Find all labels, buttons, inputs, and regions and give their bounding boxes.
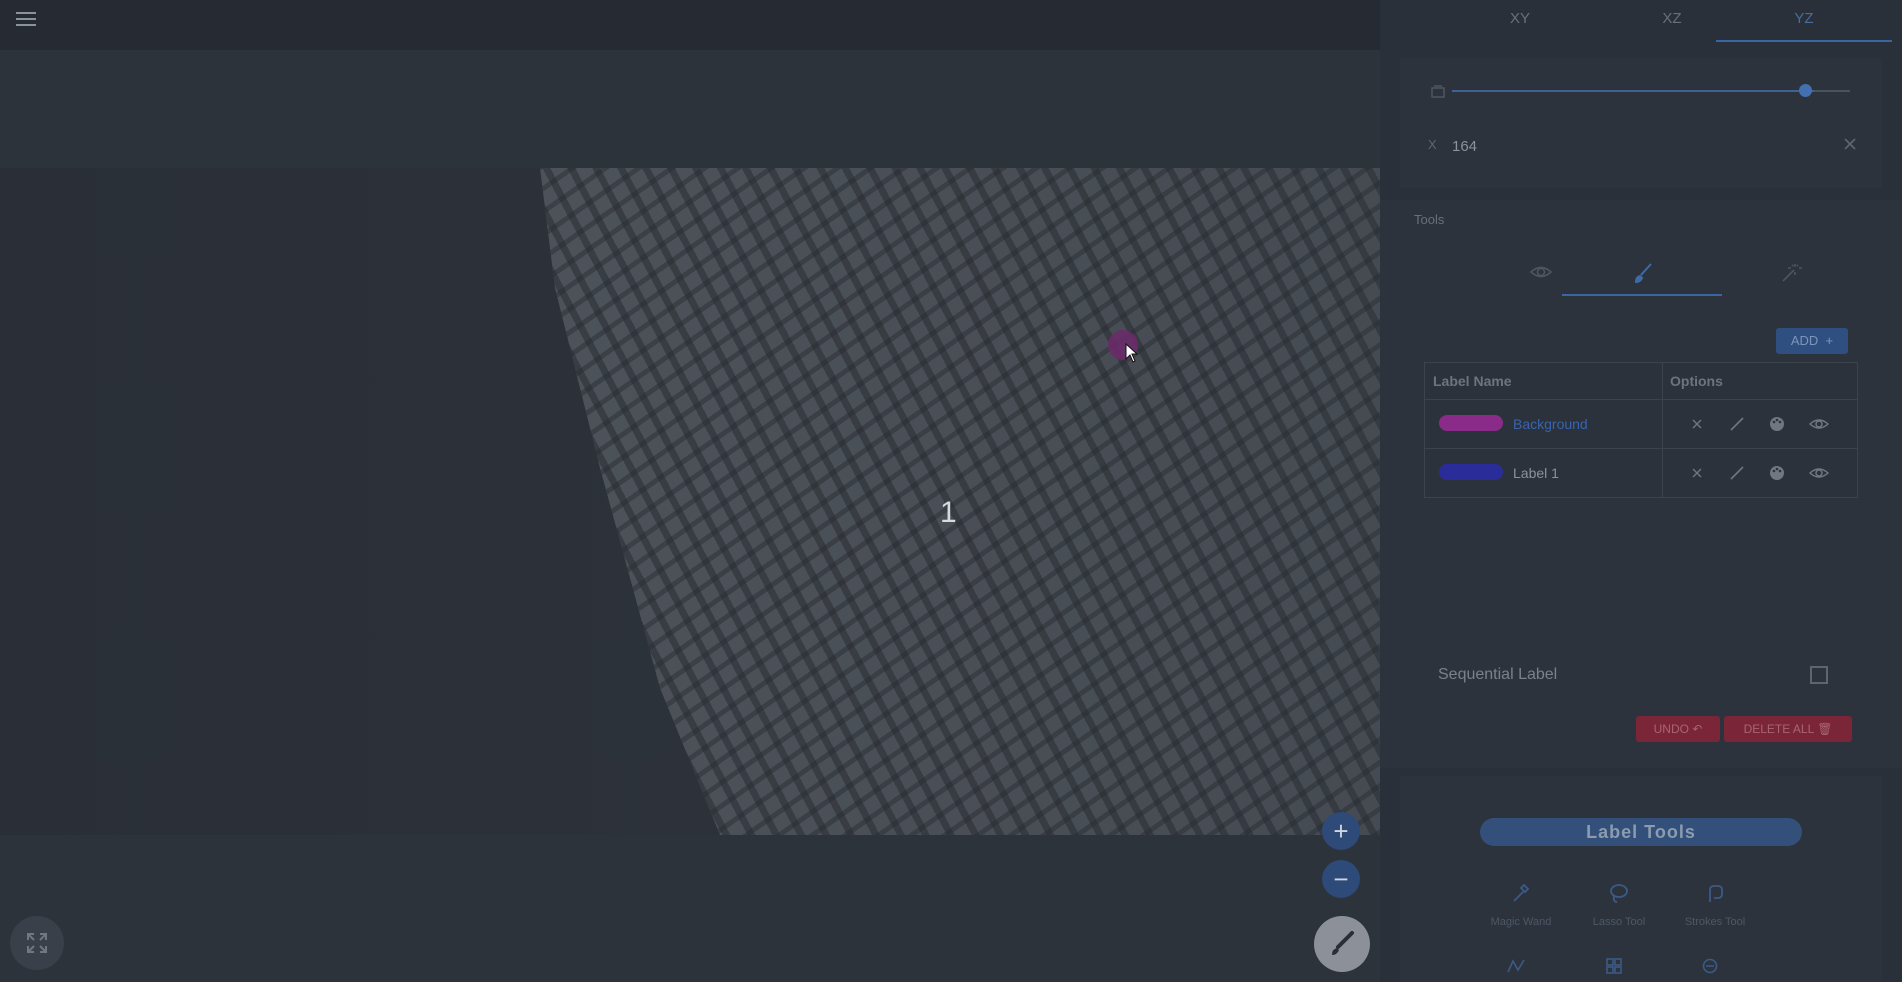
delete-icon[interactable] — [1689, 416, 1705, 432]
viewer-top-bar — [0, 0, 1380, 50]
fullscreen-icon — [27, 933, 47, 953]
undo-icon: ↶ — [1692, 722, 1703, 736]
plus-icon: + — [1821, 333, 1834, 348]
lasso-tool-button[interactable]: Lasso Tool — [1574, 882, 1664, 930]
add-label-button[interactable]: ADD + — [1776, 328, 1848, 354]
tool-tab-magic-wand[interactable] — [1710, 252, 1870, 294]
column-divider — [1662, 400, 1663, 448]
edit-icon[interactable] — [1729, 416, 1745, 432]
polyline-icon[interactable] — [1506, 958, 1526, 974]
brush-icon — [1332, 931, 1354, 955]
brush-mode-button[interactable] — [1314, 916, 1370, 972]
table-header: Label Name Options — [1425, 363, 1857, 399]
view-tabs: XY XZ YZ — [1380, 0, 1902, 42]
trash-icon: 🗑 — [1817, 722, 1833, 736]
hamburger-menu-icon[interactable] — [14, 8, 40, 30]
tools-title: Tools — [1414, 212, 1445, 227]
table-row[interactable]: Background — [1425, 399, 1857, 448]
lasso-label: Lasso Tool — [1592, 916, 1646, 928]
label-name[interactable]: Label 1 — [1513, 465, 1559, 481]
tissue-region — [540, 168, 1380, 835]
strokes-label: Strokes Tool — [1684, 916, 1746, 928]
grid-icon[interactable] — [1604, 958, 1624, 974]
slice-controls: X — [1400, 58, 1882, 188]
strokes-tool-button[interactable]: Strokes Tool — [1670, 882, 1760, 930]
strokes-icon — [1709, 885, 1723, 902]
minus-icon: − — [1333, 863, 1349, 894]
palette-icon[interactable] — [1769, 416, 1785, 432]
slice-image[interactable] — [0, 168, 1380, 835]
magic-wand-icon — [1513, 883, 1530, 902]
magic-wand-label: Magic Wand — [1490, 916, 1552, 928]
label-tools-section: Label Tools Magic Wand Lasso Tool Stroke… — [1400, 776, 1882, 982]
fullscreen-button[interactable] — [10, 916, 64, 970]
slice-slider-rail[interactable] — [1814, 90, 1850, 92]
side-panel: XY XZ YZ X Tools — [1380, 0, 1902, 982]
image-viewer[interactable]: 1 + − — [0, 0, 1380, 982]
label-tools-title: Label Tools — [1480, 818, 1802, 846]
slice-slider-track[interactable] — [1452, 90, 1814, 92]
magic-wand-icon — [1782, 264, 1802, 282]
sequential-label-checkbox[interactable] — [1810, 666, 1828, 684]
delete-icon[interactable] — [1689, 465, 1705, 481]
axis-letter: X — [1428, 137, 1437, 152]
add-label-text: ADD — [1790, 333, 1819, 348]
tools-section: Tools ADD + Label Name Options Backgroun… — [1380, 200, 1902, 768]
slice-number-input[interactable] — [1450, 134, 1794, 158]
column-divider — [1662, 449, 1663, 497]
delete-all-label: DELETE ALL — [1743, 722, 1814, 736]
zoom-in-button[interactable]: + — [1322, 812, 1360, 850]
header-options: Options — [1670, 373, 1723, 389]
sequential-label-text: Sequential Label — [1438, 666, 1558, 683]
slice-slider-thumb[interactable] — [1799, 84, 1812, 97]
undo-button[interactable]: UNDO ↶ — [1636, 716, 1720, 742]
plus-icon: + — [1333, 815, 1349, 846]
mouse-pointer-icon — [1125, 343, 1139, 363]
close-icon[interactable] — [1842, 136, 1858, 152]
tab-yz[interactable]: YZ — [1716, 0, 1892, 42]
delete-all-button[interactable]: DELETE ALL 🗑 — [1724, 716, 1852, 742]
tool-tab-brush[interactable] — [1562, 252, 1722, 296]
tab-xy[interactable]: XY — [1432, 0, 1608, 40]
slice-number-overlay: 1 — [940, 496, 957, 529]
table-row[interactable]: Label 1 — [1425, 448, 1857, 497]
zoom-out-button[interactable]: − — [1322, 860, 1360, 898]
label-name[interactable]: Background — [1513, 416, 1588, 432]
lasso-icon — [1610, 884, 1628, 903]
header-label-name: Label Name — [1433, 373, 1512, 389]
eye-icon[interactable] — [1809, 416, 1829, 432]
remove-circle-icon[interactable] — [1700, 958, 1720, 974]
eye-icon — [1530, 266, 1552, 278]
column-divider — [1662, 363, 1663, 399]
eye-icon[interactable] — [1809, 465, 1829, 481]
label-color-swatch[interactable] — [1439, 464, 1503, 480]
label-table: Label Name Options Background Label 1 — [1424, 362, 1858, 498]
undo-label: UNDO — [1653, 722, 1689, 736]
layers-icon — [1431, 85, 1445, 98]
brush-icon — [1634, 263, 1652, 284]
label-color-swatch[interactable] — [1439, 415, 1503, 431]
palette-icon[interactable] — [1769, 465, 1785, 481]
edit-icon[interactable] — [1729, 465, 1745, 481]
magic-wand-tool-button[interactable]: Magic Wand — [1476, 882, 1566, 930]
